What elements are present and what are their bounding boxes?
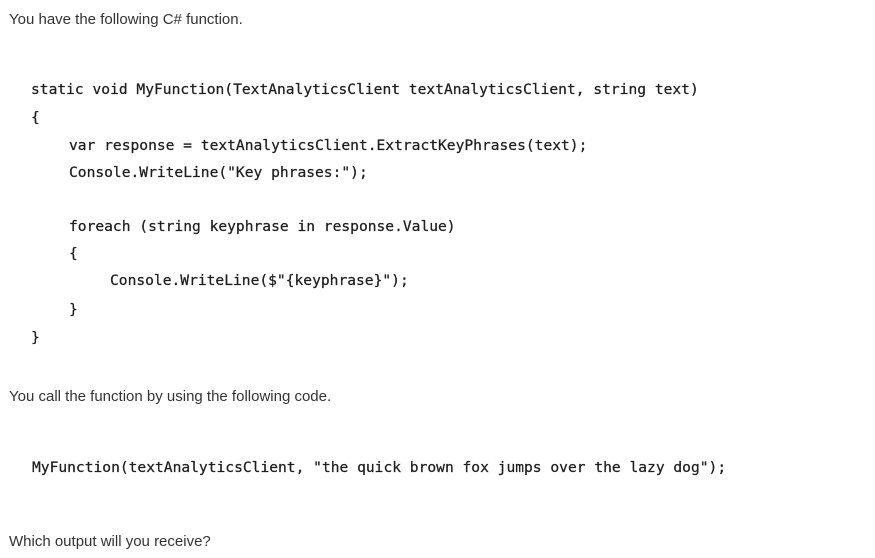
code-line-inner-writeline: Console.WriteLine($"{keyphrase}");	[110, 272, 409, 289]
code-line-foreach: foreach (string keyphrase in response.Va…	[69, 218, 456, 235]
code-line-response: var response = textAnalyticsClient.Extra…	[69, 137, 588, 154]
code-line-signature: static void MyFunction(TextAnalyticsClie…	[31, 81, 699, 98]
call-code-line: MyFunction(textAnalyticsClient, "the qui…	[32, 459, 727, 476]
call-intro-text: You call the function by using the follo…	[9, 388, 332, 405]
code-line-close-brace: }	[31, 329, 40, 346]
code-line-inner-close-brace: }	[69, 301, 78, 318]
function-code-block: static void MyFunction(TextAnalyticsClie…	[0, 60, 875, 360]
intro-text: You have the following C# function.	[9, 11, 243, 28]
code-line-writeline: Console.WriteLine("Key phrases:");	[69, 164, 368, 181]
code-line-inner-open-brace: {	[69, 245, 78, 262]
code-line-open-brace: {	[31, 109, 40, 126]
question-text: Which output will you receive?	[9, 533, 211, 550]
